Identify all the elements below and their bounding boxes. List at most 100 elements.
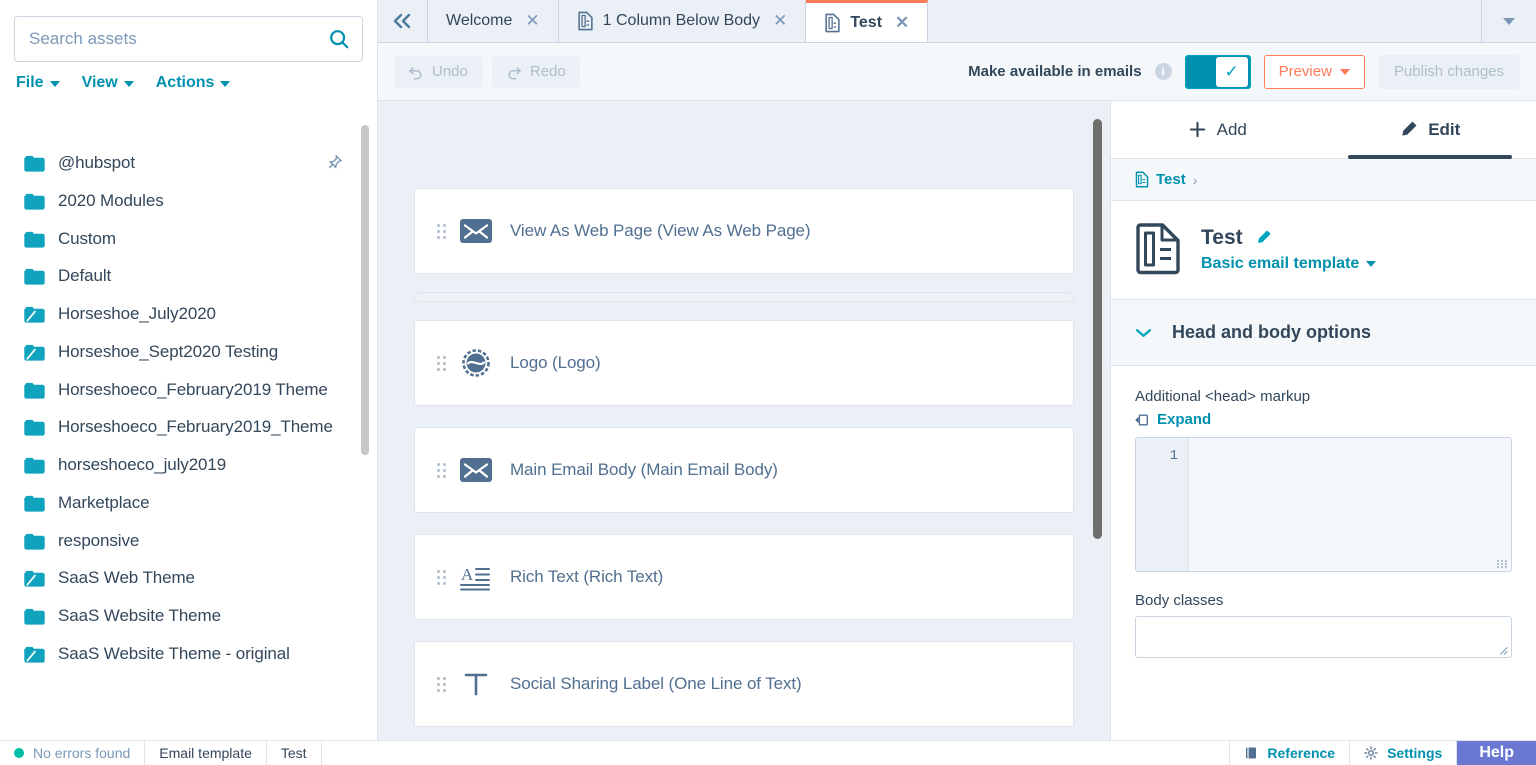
template-canvas: View As Web Page (View As Web Page) Logo… — [378, 101, 1110, 740]
redo-icon — [506, 64, 522, 80]
list-item[interactable]: Horseshoe_Sept2020 Testing — [0, 333, 377, 371]
list-item[interactable]: Default — [0, 257, 377, 295]
publish-label: Publish changes — [1394, 63, 1504, 80]
undo-label: Undo — [432, 63, 468, 80]
list-item[interactable]: 2020 Modules — [0, 182, 377, 220]
reference-label: Reference — [1267, 745, 1335, 761]
resize-handle[interactable] — [1497, 644, 1508, 655]
module-rich-text[interactable]: A Rich Text (Rich Text) — [414, 534, 1074, 620]
menu-actions[interactable]: Actions — [156, 74, 231, 92]
logo-badge-icon — [460, 348, 492, 378]
tabbar-overflow-button[interactable] — [1482, 0, 1536, 42]
template-type-dropdown[interactable]: Basic email template — [1201, 255, 1376, 273]
asset-name-text: Test — [281, 745, 307, 761]
folder-icon — [24, 533, 45, 550]
module-view-as-web-page[interactable]: View As Web Page (View As Web Page) — [414, 188, 1074, 274]
module-logo[interactable]: Logo (Logo) — [414, 320, 1074, 406]
close-icon[interactable]: ✕ — [525, 11, 539, 31]
make-available-toggle[interactable]: ✓ — [1185, 55, 1251, 89]
body-classes-input[interactable] — [1135, 616, 1512, 658]
chevron-down-icon — [1503, 18, 1515, 25]
drag-handle-icon[interactable] — [437, 674, 446, 694]
head-markup-code-editor[interactable]: 1 — [1135, 437, 1512, 572]
list-item[interactable]: Horseshoeco_February2019 Theme — [0, 371, 377, 409]
toolbar-right-group: Make available in emails i ✓ Preview Pub… — [968, 55, 1520, 89]
tab-1-column-below-body[interactable]: 1 Column Below Body ✕ — [559, 0, 807, 42]
book-icon — [1244, 746, 1258, 760]
list-item[interactable]: SaaS Website Theme — [0, 597, 377, 635]
breadcrumb: Test › — [1111, 159, 1536, 201]
status-badge[interactable]: No errors found — [0, 741, 145, 765]
list-item[interactable]: SaaS Web Theme — [0, 559, 377, 597]
search-icon[interactable] — [328, 28, 350, 50]
list-item-label: SaaS Website Theme — [58, 605, 221, 627]
chevron-down-icon — [1135, 328, 1152, 338]
list-item[interactable]: @hubspot — [0, 144, 377, 182]
drag-handle-icon[interactable] — [437, 460, 446, 480]
canvas-gap — [414, 620, 1074, 641]
pencil-icon — [1399, 120, 1418, 139]
code-line-gutter: 1 — [1136, 438, 1188, 571]
pencil-icon[interactable] — [1255, 229, 1272, 246]
search-box[interactable] — [14, 16, 363, 62]
module-divider[interactable] — [414, 292, 1074, 302]
redo-button[interactable]: Redo — [492, 56, 580, 88]
help-button[interactable]: Help — [1457, 741, 1536, 765]
close-icon[interactable]: ✕ — [895, 13, 909, 33]
list-item[interactable]: responsive — [0, 522, 377, 560]
list-item[interactable]: SaaS Website Theme - original — [0, 635, 377, 673]
breadcrumb-item-test[interactable]: Test — [1156, 171, 1186, 188]
inspector-tabs: Add Edit — [1111, 101, 1536, 159]
canvas-scrollbar[interactable] — [1093, 119, 1102, 539]
close-icon[interactable]: ✕ — [773, 11, 787, 31]
section-title: Head and body options — [1172, 322, 1371, 343]
list-item[interactable]: Custom — [0, 220, 377, 258]
asset-type-label: Email template — [145, 741, 267, 765]
search-input[interactable] — [15, 17, 362, 61]
preview-button[interactable]: Preview — [1264, 55, 1365, 89]
undo-button[interactable]: Undo — [394, 56, 482, 88]
unpin-icon[interactable] — [327, 154, 343, 170]
resize-handle[interactable] — [1497, 557, 1508, 568]
drag-handle-icon[interactable] — [437, 353, 446, 373]
breadcrumb-separator: › — [1193, 172, 1198, 188]
publish-changes-button[interactable]: Publish changes — [1378, 55, 1520, 89]
email-template-icon — [1135, 223, 1181, 275]
settings-button[interactable]: Settings — [1350, 741, 1457, 765]
reference-button[interactable]: Reference — [1229, 741, 1350, 765]
menu-file[interactable]: File — [16, 74, 60, 92]
folder-icon — [24, 193, 45, 210]
assets-sidebar: File View Actions @hubspot 2 — [0, 0, 378, 740]
list-item-label: SaaS Website Theme - original — [58, 643, 290, 665]
theme-folder-icon — [24, 306, 45, 323]
drag-handle-icon[interactable] — [437, 221, 446, 241]
list-item[interactable]: Horseshoeco_February2019_Theme — [0, 408, 377, 446]
code-input-area[interactable] — [1188, 438, 1511, 571]
folder-icon — [24, 457, 45, 474]
collapse-sidebar-button[interactable] — [378, 0, 428, 42]
tab-welcome[interactable]: Welcome ✕ — [428, 0, 559, 42]
expand-head-markup-button[interactable]: Expand — [1135, 411, 1512, 428]
sidebar-scrollbar[interactable] — [361, 125, 369, 455]
tab-test[interactable]: Test ✕ — [806, 0, 928, 42]
folder-icon — [24, 419, 45, 436]
list-item[interactable]: Marketplace — [0, 484, 377, 522]
folder-icon — [24, 495, 45, 512]
list-item-label: Horseshoeco_February2019 Theme — [58, 379, 328, 401]
drag-handle-icon[interactable] — [437, 567, 446, 587]
module-main-email-body[interactable]: Main Email Body (Main Email Body) — [414, 427, 1074, 513]
status-label: No errors found — [33, 745, 130, 761]
info-icon[interactable]: i — [1155, 63, 1172, 80]
module-label: View As Web Page (View As Web Page) — [510, 221, 810, 241]
list-item-label: SaaS Web Theme — [58, 567, 195, 589]
tab-add[interactable]: Add — [1111, 101, 1324, 158]
module-social-sharing-label[interactable]: Social Sharing Label (One Line of Text) — [414, 641, 1074, 727]
canvas-top-spacer — [414, 101, 1074, 188]
list-item[interactable]: horseshoeco_july2019 — [0, 446, 377, 484]
section-head-and-body-options[interactable]: Head and body options — [1111, 300, 1536, 366]
menu-view[interactable]: View — [82, 74, 134, 92]
tab-edit[interactable]: Edit — [1324, 101, 1536, 158]
chevron-down-icon — [1340, 69, 1350, 75]
tabbar-spacer — [928, 0, 1482, 42]
list-item[interactable]: Horseshoe_July2020 — [0, 295, 377, 333]
